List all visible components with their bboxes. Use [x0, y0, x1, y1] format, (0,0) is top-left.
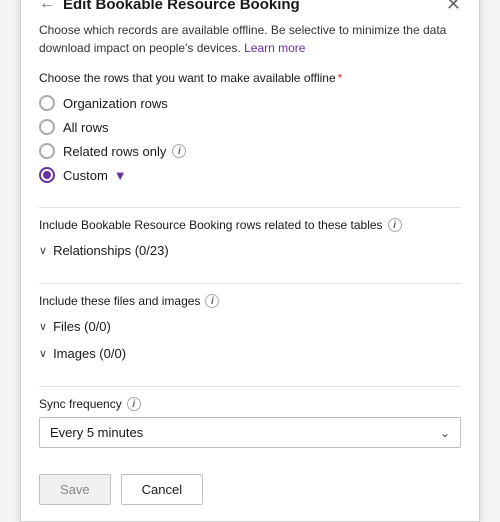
images-label: Images (0/0)	[53, 346, 126, 361]
chevron-files: ∨	[39, 320, 47, 333]
radio-circle-org	[39, 95, 55, 111]
images-collapsible[interactable]: ∨ Images (0/0)	[39, 343, 461, 364]
radio-circle-all	[39, 119, 55, 135]
info-icon-related: i	[172, 144, 186, 158]
sync-value: Every 5 minutes	[50, 425, 143, 440]
radio-all[interactable]: All rows	[39, 119, 461, 135]
include-related-section: Include Bookable Resource Booking rows r…	[39, 218, 461, 261]
header-left: ← Edit Bookable Resource Booking	[39, 0, 300, 13]
radio-label-related: Related rows only i	[63, 144, 186, 159]
relationships-collapsible[interactable]: ∨ Relationships (0/23)	[39, 240, 461, 261]
dialog-title: Edit Bookable Resource Booking	[63, 0, 300, 13]
rows-section-label: Choose the rows that you want to make av…	[39, 71, 461, 85]
footer-buttons: Save Cancel	[39, 464, 461, 505]
radio-related[interactable]: Related rows only i	[39, 143, 461, 159]
learn-more-link[interactable]: Learn more	[244, 41, 305, 55]
back-button[interactable]: ←	[39, 0, 55, 13]
files-images-section: Include these files and images i ∨ Files…	[39, 294, 461, 364]
dialog-description: Choose which records are available offli…	[39, 21, 461, 57]
edit-dialog: ← Edit Bookable Resource Booking ✕ Choos…	[20, 0, 480, 522]
divider-3	[39, 386, 461, 387]
radio-group: Organization rows All rows Related rows …	[39, 95, 461, 183]
dialog-header: ← Edit Bookable Resource Booking ✕	[39, 0, 461, 13]
radio-circle-related	[39, 143, 55, 159]
save-button[interactable]: Save	[39, 474, 111, 505]
radio-custom[interactable]: Custom ▼	[39, 167, 461, 183]
radio-circle-custom	[39, 167, 55, 183]
files-label: Files (0/0)	[53, 319, 111, 334]
radio-org[interactable]: Organization rows	[39, 95, 461, 111]
divider-2	[39, 283, 461, 284]
radio-dot-custom	[43, 171, 51, 179]
divider-1	[39, 207, 461, 208]
info-icon-sync: i	[127, 397, 141, 411]
radio-label-custom: Custom ▼	[63, 168, 127, 183]
sync-section: Sync frequency i Every 5 minutes ⌄	[39, 397, 461, 448]
sync-label: Sync frequency i	[39, 397, 461, 411]
close-button[interactable]: ✕	[446, 0, 461, 13]
files-section-title: Include these files and images i	[39, 294, 461, 308]
chevron-images: ∨	[39, 347, 47, 360]
sync-frequency-dropdown[interactable]: Every 5 minutes ⌄	[39, 417, 461, 448]
info-icon-related-tables: i	[388, 218, 402, 232]
dropdown-chevron: ⌄	[440, 426, 450, 440]
files-collapsible[interactable]: ∨ Files (0/0)	[39, 316, 461, 337]
radio-label-all: All rows	[63, 120, 109, 135]
info-icon-files: i	[205, 294, 219, 308]
include-related-title: Include Bookable Resource Booking rows r…	[39, 218, 461, 232]
radio-label-org: Organization rows	[63, 96, 168, 111]
relationships-label: Relationships (0/23)	[53, 243, 169, 258]
chevron-relationships: ∨	[39, 244, 47, 257]
cancel-button[interactable]: Cancel	[121, 474, 203, 505]
filter-icon: ▼	[114, 168, 127, 183]
